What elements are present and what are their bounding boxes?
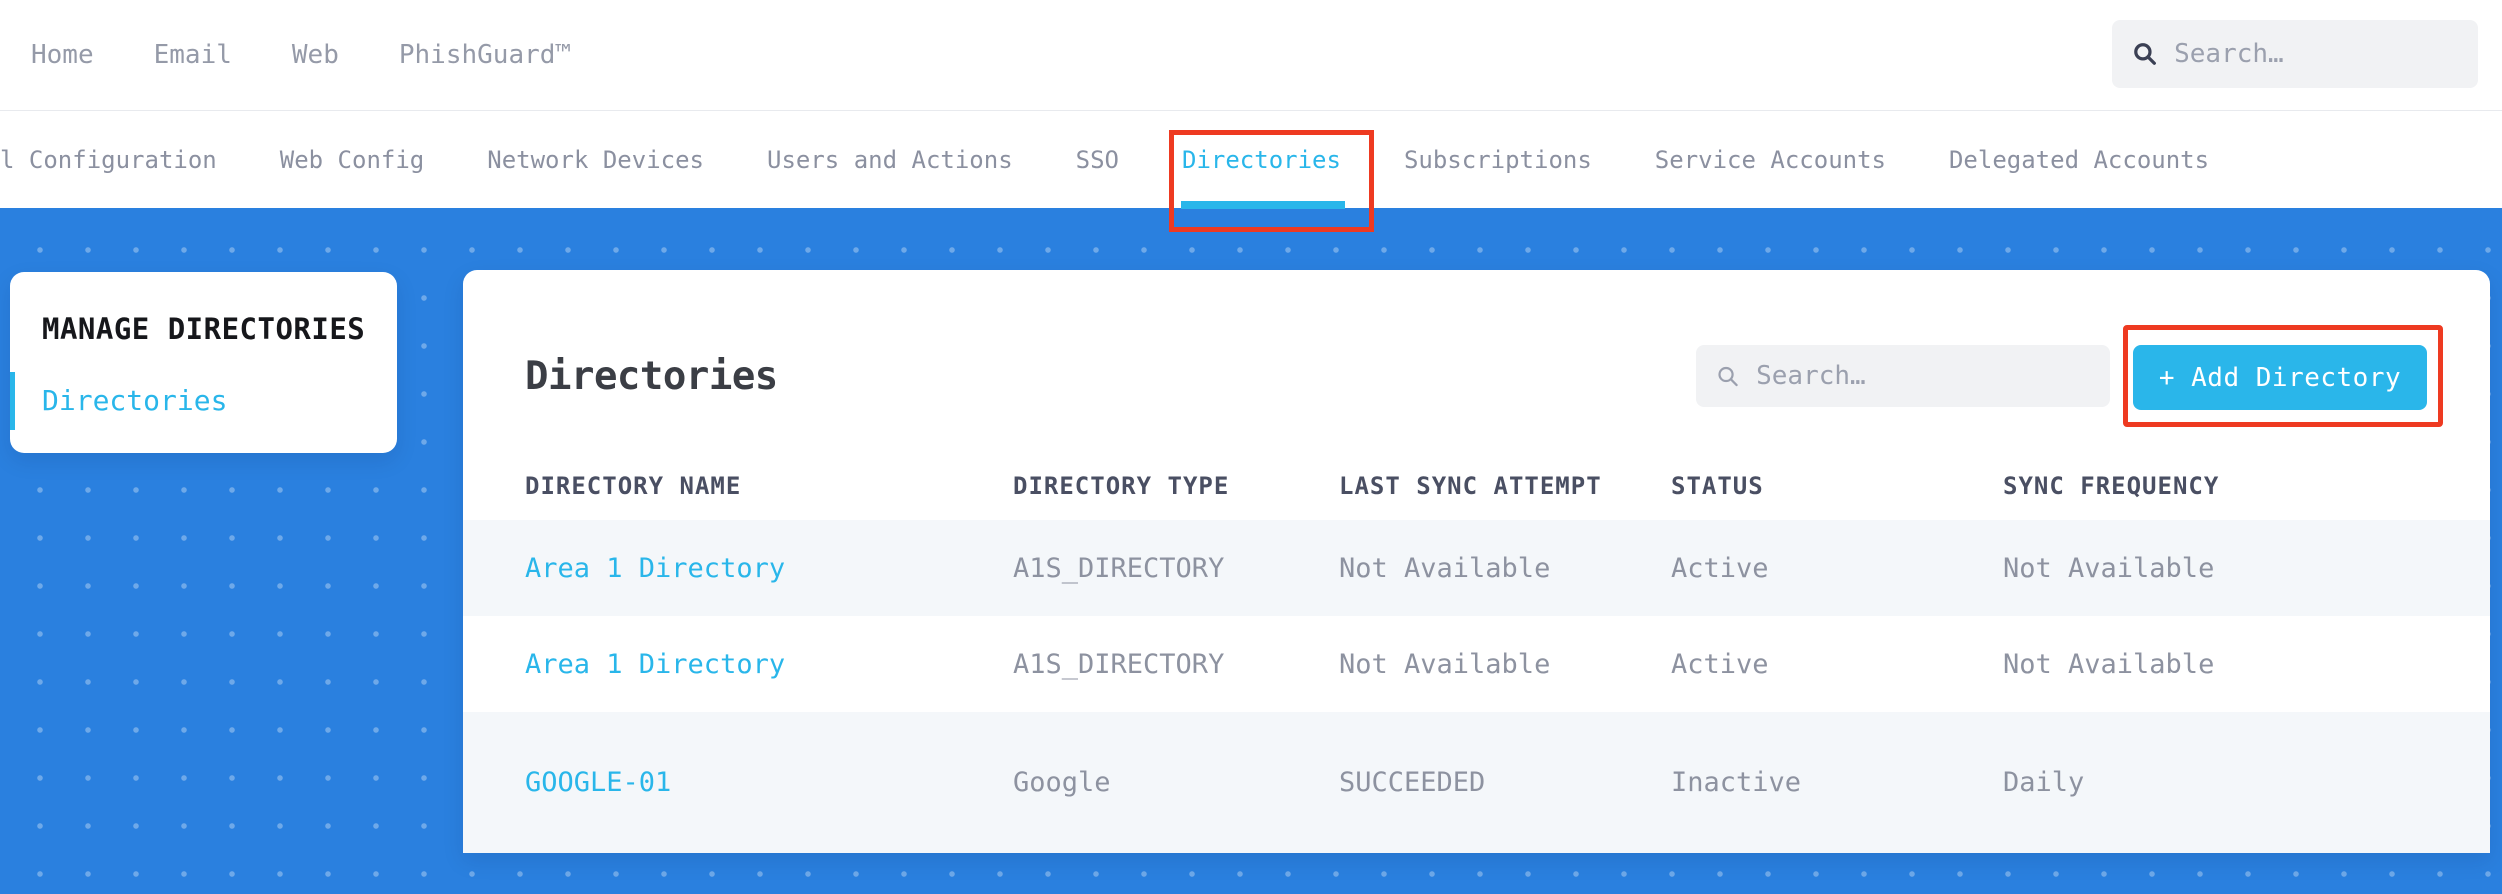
add-directory-button[interactable]: + Add Directory	[2133, 345, 2427, 410]
sync-frequency-cell: Daily	[2003, 767, 2085, 798]
active-indicator	[10, 372, 15, 430]
tab-users-and-actions[interactable]: Users and Actions	[767, 146, 1013, 174]
directories-table: DIRECTORY NAME DIRECTORY TYPE LAST SYNC AT…	[463, 452, 2490, 853]
nav-phishguard[interactable]: PhishGuard™	[399, 40, 571, 70]
table-row: GOOGLE-01 Google SUCCEEDED Inactive Daily	[463, 712, 2490, 853]
tab-bar: l Configuration Web Config Network Devices…	[0, 111, 2502, 232]
top-nav-links: Home Email Web PhishGuard™	[31, 40, 571, 70]
annotation-box-add-directory: + Add Directory	[2123, 325, 2443, 427]
table-search-input[interactable]	[1756, 361, 2090, 391]
global-search[interactable]	[2112, 20, 2478, 88]
card-header: Directories + Add Directory	[463, 270, 2490, 452]
table-header-row: DIRECTORY NAME DIRECTORY TYPE LAST SYNC AT…	[463, 452, 2490, 520]
tab-delegated-accounts[interactable]: Delegated Accounts	[1949, 146, 2209, 174]
table-search[interactable]	[1696, 345, 2110, 407]
column-header-directory-name: DIRECTORY NAME	[525, 472, 742, 500]
side-panel: MANAGE DIRECTORIES Directories	[10, 272, 397, 453]
tab-subscriptions[interactable]: Subscriptions	[1404, 146, 1592, 174]
last-sync-cell: SUCCEEDED	[1339, 767, 1486, 798]
tab-network-devices[interactable]: Network Devices	[487, 146, 704, 174]
page: Home Email Web PhishGuard™ l Configuration W…	[0, 0, 2502, 894]
card-header-actions: + Add Directory	[1696, 325, 2443, 427]
table-row: Area 1 Directory A1S_DIRECTORY Not Availab…	[463, 616, 2490, 712]
last-sync-cell: Not Available	[1339, 648, 1551, 680]
status-cell: Active	[1671, 648, 1769, 680]
nav-web[interactable]: Web	[292, 40, 339, 70]
status-cell: Inactive	[1671, 767, 1802, 798]
sidebar-item-label: Directories	[42, 384, 228, 417]
column-header-sync-frequency: SYNC FREQUENCY	[2003, 472, 2220, 500]
table-row: Area 1 Directory A1S_DIRECTORY Not Availab…	[463, 520, 2490, 616]
global-search-input[interactable]	[2174, 39, 2458, 69]
directory-name-link[interactable]: GOOGLE-01	[525, 767, 1013, 798]
directory-type-cell: A1S_DIRECTORY	[1013, 648, 1225, 680]
search-icon	[1718, 366, 1738, 386]
tab-sso[interactable]: SSO	[1076, 146, 1119, 174]
directories-card: Directories + Add Directory DIRECTORY NA…	[463, 270, 2490, 853]
side-panel-title: MANAGE DIRECTORIES	[42, 312, 366, 346]
tab-directories[interactable]: Directories	[1169, 129, 1374, 232]
directory-type-cell: A1S_DIRECTORY	[1013, 552, 1225, 584]
directory-name-link[interactable]: Area 1 Directory	[525, 553, 1013, 584]
nav-email[interactable]: Email	[154, 40, 232, 70]
tab-service-accounts[interactable]: Service Accounts	[1655, 146, 1886, 174]
content-area: MANAGE DIRECTORIES Directories Directori…	[0, 208, 2502, 894]
last-sync-cell: Not Available	[1339, 552, 1551, 584]
column-header-status: STATUS	[1671, 472, 1764, 500]
column-header-last-sync-attempt: LAST SYNC ATTEMPT	[1339, 472, 1602, 500]
page-title: Directories	[525, 353, 778, 399]
search-icon	[2134, 43, 2156, 65]
directory-name-link[interactable]: Area 1 Directory	[525, 649, 1013, 680]
sync-frequency-cell: Not Available	[2003, 648, 2215, 680]
sync-frequency-cell: Not Available	[2003, 552, 2215, 584]
tab-web-config[interactable]: Web Config	[280, 146, 425, 174]
nav-home[interactable]: Home	[31, 40, 94, 70]
status-cell: Active	[1671, 552, 1769, 584]
tab-l-configuration[interactable]: l Configuration	[0, 146, 217, 174]
top-nav: Home Email Web PhishGuard™	[0, 0, 2502, 111]
directory-type-cell: Google	[1013, 767, 1111, 798]
column-header-directory-type: DIRECTORY TYPE	[1013, 472, 1230, 500]
sidebar-item-directories[interactable]: Directories	[10, 372, 397, 430]
